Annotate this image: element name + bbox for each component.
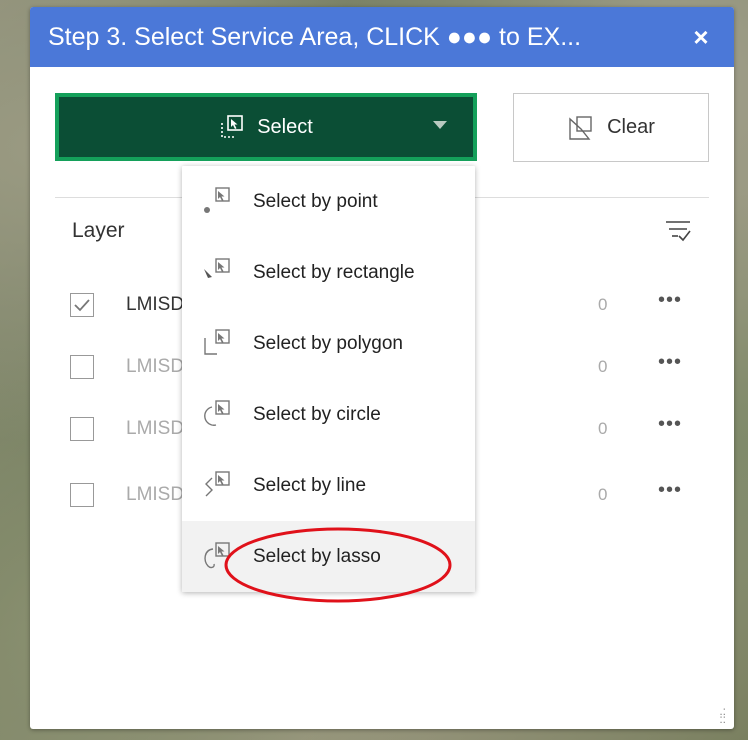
select-rectangle-icon <box>204 258 230 278</box>
menu-item-select-by-circle[interactable]: Select by circle <box>182 379 475 450</box>
select-dropdown-button[interactable]: Select <box>55 93 477 161</box>
panel-header: Step 3. Select Service Area, CLICK ●●● t… <box>30 7 734 67</box>
more-options-icon[interactable]: ••• <box>658 413 682 436</box>
menu-item-select-by-polygon[interactable]: Select by polygon <box>182 308 475 379</box>
layer-count: 0 <box>598 295 608 314</box>
more-options-icon[interactable]: ••• <box>658 351 682 374</box>
menu-item-select-by-lasso[interactable]: Select by lasso <box>182 521 475 592</box>
menu-item-label: Select by circle <box>253 403 381 425</box>
layer-name: LMISD <box>126 418 185 439</box>
select-polygon-icon <box>204 329 230 355</box>
clear-selection-icon <box>569 115 592 140</box>
layer-heading: Layer <box>72 219 125 242</box>
select-line-icon <box>205 471 230 497</box>
checkmark-icon <box>74 299 90 312</box>
layer-count: 0 <box>598 485 608 504</box>
menu-item-label: Select by point <box>253 190 378 212</box>
panel-title: Step 3. Select Service Area, CLICK ●●● t… <box>48 22 582 51</box>
close-icon[interactable]: × <box>686 22 716 53</box>
layer-name: LMISD <box>126 356 185 377</box>
caret-down-icon <box>433 121 447 129</box>
more-options-icon[interactable]: ••• <box>658 289 682 312</box>
menu-item-select-by-rectangle[interactable]: Select by rectangle <box>182 237 475 308</box>
menu-item-select-by-line[interactable]: Select by line <box>182 450 475 521</box>
select-circle-icon <box>204 400 230 426</box>
select-icon <box>221 115 244 138</box>
layer-count: 0 <box>598 419 608 438</box>
select-lasso-icon <box>204 542 230 569</box>
layer-checkbox[interactable] <box>70 483 94 507</box>
resize-handle-icon[interactable]: .::: <box>719 705 726 725</box>
layer-name: LMISD <box>126 294 185 315</box>
select-panel: Step 3. Select Service Area, CLICK ●●● t… <box>30 7 734 729</box>
layer-checkbox[interactable] <box>70 355 94 379</box>
menu-item-select-by-point[interactable]: Select by point <box>182 166 475 237</box>
select-button-label: Select <box>257 115 313 138</box>
layer-count: 0 <box>598 357 608 376</box>
layer-checkbox[interactable] <box>70 417 94 441</box>
menu-item-label: Select by polygon <box>253 332 403 354</box>
more-options-icon[interactable]: ••• <box>658 479 682 502</box>
menu-item-label: Select by lasso <box>253 545 381 567</box>
layer-name: LMISD <box>126 484 185 505</box>
layer-checkbox[interactable] <box>70 293 94 317</box>
filter-list-icon[interactable] <box>664 217 692 245</box>
select-dropdown-menu: Select by point Select by rectangle Sele… <box>182 166 475 592</box>
menu-item-label: Select by rectangle <box>253 261 415 283</box>
select-point-icon <box>204 187 230 213</box>
menu-item-label: Select by line <box>253 474 367 496</box>
clear-button-label: Clear <box>607 116 655 138</box>
clear-button[interactable]: Clear <box>513 93 709 162</box>
